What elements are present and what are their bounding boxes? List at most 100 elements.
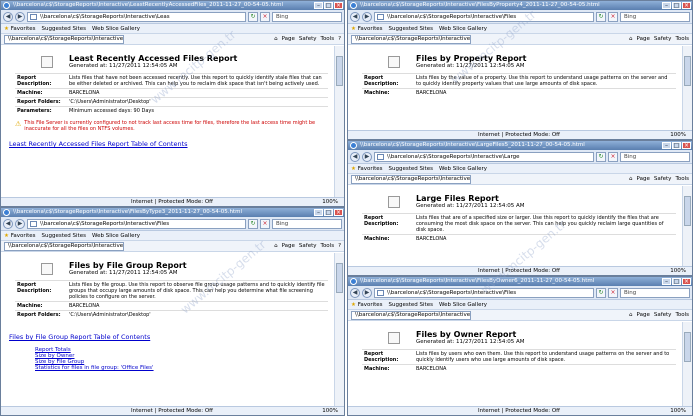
help-icon[interactable]: ? (338, 243, 341, 249)
vertical-scrollbar[interactable] (334, 46, 344, 197)
toc-link[interactable]: Files by File Group Report Table of Cont… (9, 333, 328, 341)
search-input[interactable]: Bing (620, 287, 690, 298)
browser-tab[interactable]: \\barcelona\c$\StorageReports\Interactiv… (351, 310, 471, 320)
window-title-bar[interactable]: \\barcelona\c$\StorageReports\Interactiv… (348, 277, 692, 286)
safety-menu[interactable]: Safety (299, 36, 317, 42)
address-input[interactable]: \\barcelona\c$\StorageReports\Interactiv… (374, 11, 594, 22)
refresh-button[interactable]: ↻ (248, 218, 258, 229)
home-icon[interactable]: ⌂ (629, 176, 633, 182)
toc-sublink[interactable]: Statistics for files in file group: 'Off… (35, 365, 328, 371)
forward-button[interactable]: ▶ (15, 11, 25, 22)
scrollbar-thumb[interactable] (684, 56, 691, 86)
favorites-button[interactable]: ★ Favorites (4, 233, 36, 239)
zoom-level[interactable]: 100% (322, 407, 338, 415)
tools-menu[interactable]: Tools (675, 312, 689, 318)
scrollbar-thumb[interactable] (684, 196, 691, 226)
web-slice-gallery-link[interactable]: Web Slice Gallery (92, 26, 140, 32)
safety-menu[interactable]: Safety (299, 243, 317, 249)
browser-tab[interactable]: \\barcelona\c$\StorageReports\Interactiv… (351, 174, 471, 184)
vertical-scrollbar[interactable] (682, 46, 692, 130)
address-input[interactable]: \\barcelona\c$\StorageReports\Interactiv… (27, 218, 246, 229)
refresh-button[interactable]: ↻ (596, 11, 606, 22)
forward-button[interactable]: ▶ (15, 218, 25, 229)
close-button[interactable]: × (682, 2, 691, 9)
back-button[interactable]: ◀ (3, 11, 13, 22)
search-input[interactable]: Bing (620, 11, 690, 22)
search-input[interactable]: Bing (272, 11, 342, 22)
home-icon[interactable]: ⌂ (274, 36, 278, 42)
search-input[interactable]: Bing (272, 218, 342, 229)
minimize-button[interactable]: – (662, 278, 671, 285)
refresh-button[interactable]: ↻ (248, 11, 258, 22)
page-menu[interactable]: Page (282, 36, 295, 42)
vertical-scrollbar[interactable] (334, 253, 344, 406)
minimize-button[interactable]: – (662, 2, 671, 9)
web-slice-gallery-link[interactable]: Web Slice Gallery (439, 166, 487, 172)
stop-button[interactable]: × (260, 218, 270, 229)
suggested-sites-link[interactable]: Suggested Sites (389, 166, 433, 172)
home-icon[interactable]: ⌂ (629, 36, 633, 42)
web-slice-gallery-link[interactable]: Web Slice Gallery (439, 26, 487, 32)
window-title-bar[interactable]: \\barcelona\c$\StorageReports\Interactiv… (348, 1, 692, 10)
window-title-bar[interactable]: \\barcelona\c$\StorageReports\Interactiv… (348, 141, 692, 150)
browser-tab[interactable]: \\barcelona\c$\StorageReports\Interactiv… (4, 241, 124, 251)
minimize-button[interactable]: – (314, 209, 323, 216)
maximize-button[interactable]: □ (324, 2, 333, 9)
zoom-level[interactable]: 100% (670, 407, 686, 415)
zoom-level[interactable]: 100% (670, 267, 686, 275)
back-button[interactable]: ◀ (350, 287, 360, 298)
scrollbar-thumb[interactable] (336, 56, 343, 86)
tools-menu[interactable]: Tools (321, 36, 335, 42)
close-button[interactable]: × (682, 142, 691, 149)
refresh-button[interactable]: ↻ (596, 151, 606, 162)
forward-button[interactable]: ▶ (362, 11, 372, 22)
close-button[interactable]: × (334, 2, 343, 9)
close-button[interactable]: × (334, 209, 343, 216)
forward-button[interactable]: ▶ (362, 287, 372, 298)
browser-tab[interactable]: \\barcelona\c$\StorageReports\Interactiv… (351, 34, 471, 44)
safety-menu[interactable]: Safety (654, 312, 672, 318)
vertical-scrollbar[interactable] (682, 322, 692, 406)
window-title-bar[interactable]: \\barcelona\c$\StorageReports\Interactiv… (1, 1, 344, 10)
stop-button[interactable]: × (608, 151, 618, 162)
zoom-level[interactable]: 100% (670, 131, 686, 139)
close-button[interactable]: × (682, 278, 691, 285)
suggested-sites-link[interactable]: Suggested Sites (42, 233, 86, 239)
address-input[interactable]: \\barcelona\c$\StorageReports\Interactiv… (374, 151, 594, 162)
forward-button[interactable]: ▶ (362, 151, 372, 162)
page-menu[interactable]: Page (282, 243, 295, 249)
safety-menu[interactable]: Safety (654, 176, 672, 182)
maximize-button[interactable]: □ (672, 142, 681, 149)
home-icon[interactable]: ⌂ (274, 243, 278, 249)
stop-button[interactable]: × (260, 11, 270, 22)
refresh-button[interactable]: ↻ (596, 287, 606, 298)
maximize-button[interactable]: □ (672, 278, 681, 285)
tools-menu[interactable]: Tools (675, 36, 689, 42)
page-menu[interactable]: Page (637, 176, 650, 182)
scrollbar-thumb[interactable] (684, 332, 691, 362)
stop-button[interactable]: × (608, 11, 618, 22)
favorites-button[interactable]: ★ Favorites (351, 166, 383, 172)
vertical-scrollbar[interactable] (682, 186, 692, 266)
back-button[interactable]: ◀ (350, 11, 360, 22)
scrollbar-thumb[interactable] (336, 263, 343, 293)
page-menu[interactable]: Page (637, 36, 650, 42)
favorites-button[interactable]: ★ Favorites (4, 26, 36, 32)
tools-menu[interactable]: Tools (321, 243, 335, 249)
minimize-button[interactable]: – (314, 2, 323, 9)
home-icon[interactable]: ⌂ (629, 312, 633, 318)
web-slice-gallery-link[interactable]: Web Slice Gallery (92, 233, 140, 239)
address-input[interactable]: \\barcelona\c$\StorageReports\Interactiv… (374, 287, 594, 298)
suggested-sites-link[interactable]: Suggested Sites (42, 26, 86, 32)
minimize-button[interactable]: – (662, 142, 671, 149)
safety-menu[interactable]: Safety (654, 36, 672, 42)
suggested-sites-link[interactable]: Suggested Sites (389, 302, 433, 308)
maximize-button[interactable]: □ (324, 209, 333, 216)
toc-link[interactable]: Least Recently Accessed Files Report Tab… (9, 140, 328, 148)
back-button[interactable]: ◀ (3, 218, 13, 229)
web-slice-gallery-link[interactable]: Web Slice Gallery (439, 302, 487, 308)
address-input[interactable]: \\barcelona\c$\StorageReports\Interactiv… (27, 11, 246, 22)
suggested-sites-link[interactable]: Suggested Sites (389, 26, 433, 32)
page-menu[interactable]: Page (637, 312, 650, 318)
stop-button[interactable]: × (608, 287, 618, 298)
